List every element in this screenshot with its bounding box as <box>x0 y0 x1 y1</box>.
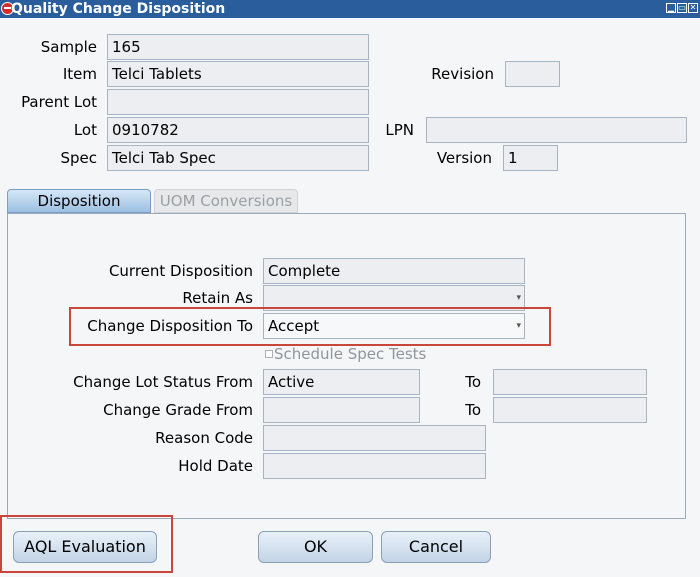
current-disposition-field[interactable]: Complete <box>263 258 525 284</box>
change-disposition-select[interactable]: Accept <box>263 313 525 339</box>
item-label: Item <box>62 65 97 83</box>
spec-label: Spec <box>60 149 97 167</box>
aql-evaluation-button[interactable]: AQL Evaluation <box>13 531 157 563</box>
lpn-field[interactable] <box>426 117 687 143</box>
lot-field[interactable]: 0910782 <box>107 117 369 143</box>
lot-status-to-label: To <box>465 373 481 391</box>
change-grade-label: Change Grade From <box>103 401 253 419</box>
tab-uom-conversions[interactable]: UOM Conversions <box>154 189 298 213</box>
current-disposition-label: Current Disposition <box>108 262 253 280</box>
change-disposition-label: Change Disposition To <box>87 317 253 335</box>
schedule-spec-tests-checkbox[interactable] <box>265 350 273 358</box>
parent-lot-label: Parent Lot <box>21 93 97 111</box>
version-label: Version <box>436 149 492 167</box>
lot-status-to-field[interactable] <box>493 369 647 395</box>
lpn-label: LPN <box>385 121 414 139</box>
version-field[interactable]: 1 <box>503 145 558 171</box>
window-title: Quality Change Disposition <box>11 1 226 17</box>
hold-date-field[interactable] <box>263 453 486 479</box>
reason-code-label: Reason Code <box>155 429 253 447</box>
close-icon[interactable]: ✕ <box>688 3 698 13</box>
lot-status-from-field[interactable]: Active <box>263 369 420 395</box>
grade-to-field[interactable] <box>493 397 647 423</box>
sample-field[interactable]: 165 <box>107 34 369 60</box>
revision-field[interactable] <box>505 61 560 87</box>
reason-code-field[interactable] <box>263 425 486 451</box>
minimize-icon[interactable]: ▁ <box>666 3 676 13</box>
hold-date-label: Hold Date <box>178 457 253 475</box>
sample-label: Sample <box>40 38 97 56</box>
lot-label: Lot <box>73 121 97 139</box>
change-lot-status-label: Change Lot Status From <box>73 373 253 391</box>
window-controls: ▁ ▭ ✕ <box>666 3 698 13</box>
cancel-button[interactable]: Cancel <box>381 531 491 563</box>
maximize-icon[interactable]: ▭ <box>677 3 687 13</box>
revision-label: Revision <box>431 65 494 83</box>
tab-disposition[interactable]: Disposition <box>7 189 151 213</box>
spec-field[interactable]: Telci Tab Spec <box>107 145 369 171</box>
item-field[interactable]: Telci Tablets <box>107 61 369 87</box>
title-bar: Quality Change Disposition ▁ ▭ ✕ <box>0 0 700 18</box>
grade-to-label: To <box>465 401 481 419</box>
schedule-spec-tests-label: Schedule Spec Tests <box>274 345 427 363</box>
ok-button[interactable]: OK <box>258 531 373 563</box>
grade-from-field[interactable] <box>263 397 420 423</box>
parent-lot-field[interactable] <box>107 89 369 115</box>
